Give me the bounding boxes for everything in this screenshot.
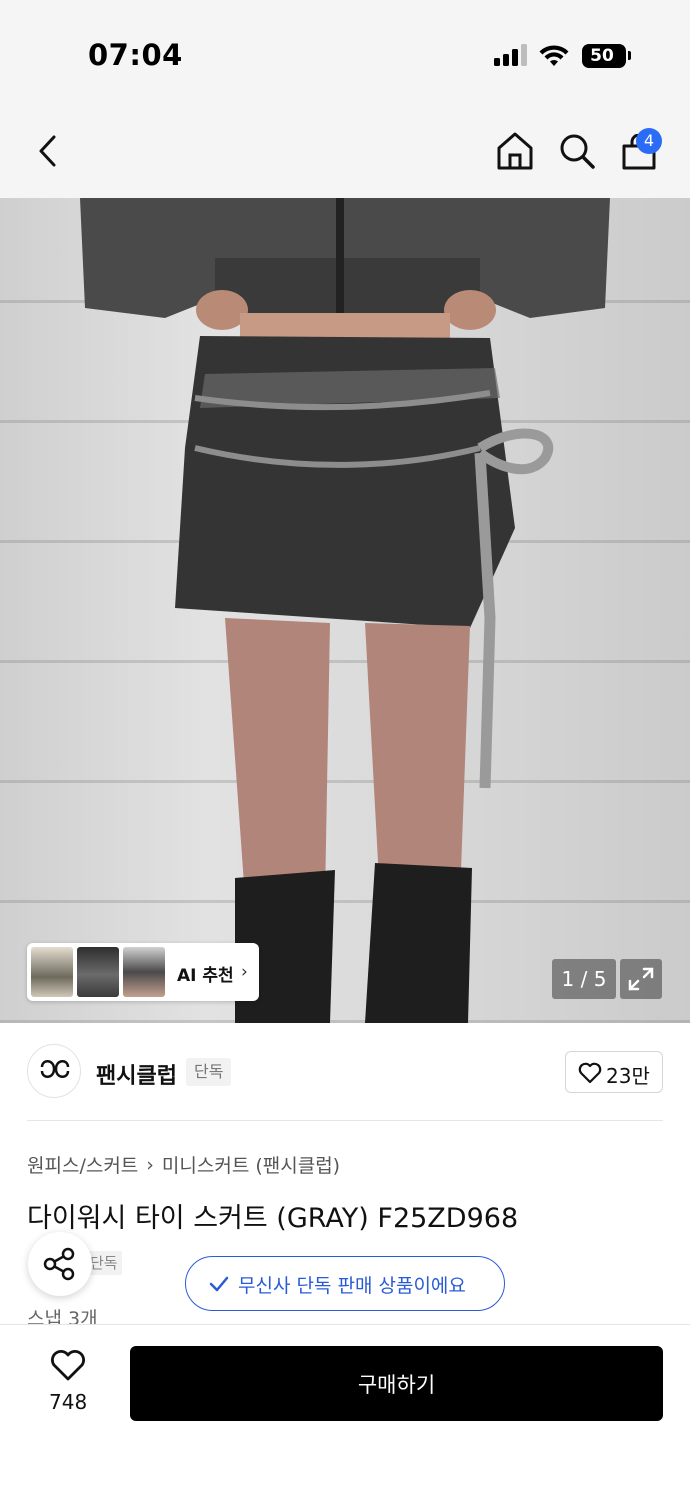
battery-cap <box>628 51 631 60</box>
brand-logo[interactable] <box>27 1044 81 1098</box>
product-title: 다이워시 타이 스커트 (GRAY) F25ZD968 <box>27 1203 519 1234</box>
heart-icon <box>578 1062 602 1084</box>
brand-exclusive-badge: 단독 <box>186 1058 232 1086</box>
back-chevron-icon[interactable] <box>36 134 62 168</box>
product-image[interactable] <box>0 198 690 1023</box>
brand-like-count: 23만 <box>606 1064 650 1088</box>
brand-logo-mark <box>40 1060 70 1078</box>
breadcrumb-subcategory[interactable]: 미니스커트 (팬시클럽) <box>162 1155 340 1177</box>
cart-count-badge: 4 <box>636 128 662 154</box>
status-bar: 07:04 50 <box>0 0 690 100</box>
ai-recommend-label: AI 추천 <box>177 966 234 986</box>
breadcrumb-category[interactable]: 원피스/스커트 <box>27 1155 138 1177</box>
brand-like-button[interactable]: 23만 <box>565 1051 663 1093</box>
share-button[interactable] <box>28 1232 92 1296</box>
ai-thumbnail-2[interactable] <box>77 947 119 997</box>
cellular-signal-icon <box>494 44 530 66</box>
exclusive-notice-text: 무신사 단독 판매 상품이에요 <box>238 1275 466 1297</box>
divider <box>27 1120 663 1121</box>
expand-image-button[interactable] <box>620 959 662 999</box>
home-icon[interactable] <box>496 131 534 171</box>
status-time: 07:04 <box>88 38 183 72</box>
product-photo-illustration <box>80 198 610 1023</box>
buy-button[interactable]: 구매하기 <box>130 1346 663 1421</box>
battery-icon: 50 <box>582 44 626 68</box>
wifi-icon <box>539 45 569 66</box>
breadcrumb: 원피스/스커트 › 미니스커트 (팬시클럽) <box>27 1151 340 1178</box>
image-page-indicator: 1 / 5 <box>552 959 616 999</box>
wishlist-heart-icon[interactable] <box>50 1350 86 1382</box>
exclusive-notice-pill[interactable]: 무신사 단독 판매 상품이에요 <box>185 1256 505 1311</box>
wishlist-count: 748 <box>49 1390 88 1414</box>
ai-thumbnail-3[interactable] <box>123 947 165 997</box>
chevron-right-icon: › <box>146 1153 154 1176</box>
expand-icon <box>628 967 654 991</box>
ai-recommend-card[interactable]: AI 추천 › <box>27 943 259 1001</box>
check-icon <box>209 1276 229 1292</box>
battery-level: 50 <box>590 46 614 66</box>
search-icon[interactable] <box>558 132 596 170</box>
ai-thumbnail-1[interactable] <box>31 947 73 997</box>
brand-name[interactable]: 팬시클럽 <box>96 1058 177 1090</box>
chevron-right-icon: › <box>241 962 248 982</box>
share-icon <box>43 1247 75 1281</box>
